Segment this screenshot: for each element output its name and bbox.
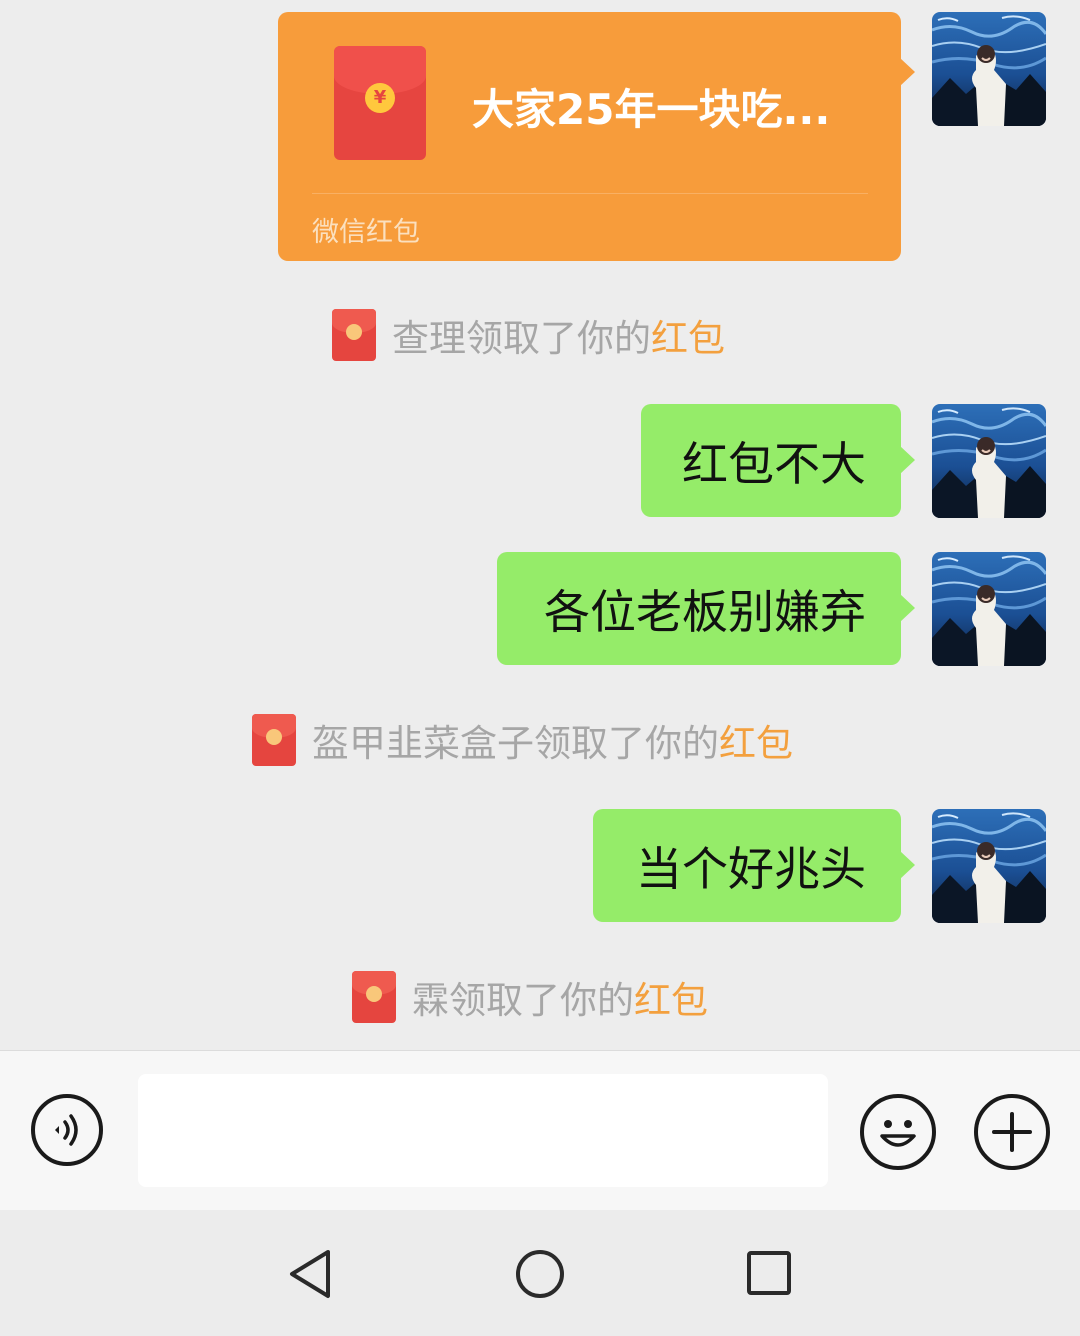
red-packet-icon bbox=[252, 714, 296, 766]
message-text: 当个好兆头 bbox=[636, 841, 866, 896]
red-packet-icon bbox=[352, 971, 396, 1023]
text-message[interactable]: 各位老板别嫌弃 bbox=[497, 552, 915, 665]
red-packet-link[interactable]: 红包 bbox=[634, 970, 708, 1024]
input-bar bbox=[0, 1050, 1080, 1210]
red-packet-icon bbox=[332, 309, 376, 361]
message-input[interactable] bbox=[138, 1074, 828, 1187]
avatar[interactable] bbox=[932, 809, 1046, 923]
divider bbox=[312, 193, 868, 194]
notice-text: 盔甲韭菜盒子领取了你的 bbox=[312, 722, 719, 765]
message-text: 各位老板别嫌弃 bbox=[544, 584, 866, 639]
back-triangle-icon[interactable] bbox=[286, 1248, 334, 1300]
recent-square-icon[interactable] bbox=[746, 1250, 792, 1296]
red-packet-title: 大家25年一块吃... bbox=[472, 85, 831, 134]
emoji-icon[interactable] bbox=[860, 1094, 936, 1170]
red-packet-claimed-notice: 盔甲韭菜盒子领取了你的 红包 bbox=[252, 714, 793, 766]
voice-icon[interactable] bbox=[31, 1094, 103, 1166]
red-packet-footer: 微信红包 bbox=[312, 217, 420, 248]
system-nav-bar bbox=[0, 1210, 1080, 1336]
home-circle-icon[interactable] bbox=[514, 1248, 566, 1300]
message-text: 红包不大 bbox=[682, 436, 866, 491]
red-packet-link[interactable]: 红包 bbox=[651, 308, 725, 362]
red-packet-icon: ¥ bbox=[334, 46, 426, 160]
text-message[interactable]: 红包不大 bbox=[641, 404, 915, 517]
red-packet-message[interactable]: ¥ 大家25年一块吃... 微信红包 bbox=[278, 12, 915, 261]
bubble-tail bbox=[900, 446, 915, 474]
red-packet-claimed-notice: 霖领取了你的 红包 bbox=[352, 971, 708, 1023]
red-packet-claimed-notice: 查理领取了你的 红包 bbox=[332, 309, 725, 361]
coin-icon: ¥ bbox=[365, 83, 395, 113]
bubble-tail bbox=[900, 594, 915, 622]
avatar[interactable] bbox=[932, 552, 1046, 666]
plus-icon[interactable] bbox=[974, 1094, 1050, 1170]
bubble-tail bbox=[900, 851, 915, 879]
text-message[interactable]: 当个好兆头 bbox=[593, 809, 915, 922]
chat-area: ¥ 大家25年一块吃... 微信红包 查理领取了你的 红包 红包不大 各位老板别嫌… bbox=[0, 0, 1080, 1050]
avatar[interactable] bbox=[932, 404, 1046, 518]
bubble-tail bbox=[900, 58, 915, 86]
notice-text: 霖领取了你的 bbox=[412, 979, 634, 1022]
avatar[interactable] bbox=[932, 12, 1046, 126]
red-packet-link[interactable]: 红包 bbox=[719, 713, 793, 767]
notice-text: 查理领取了你的 bbox=[392, 317, 651, 360]
